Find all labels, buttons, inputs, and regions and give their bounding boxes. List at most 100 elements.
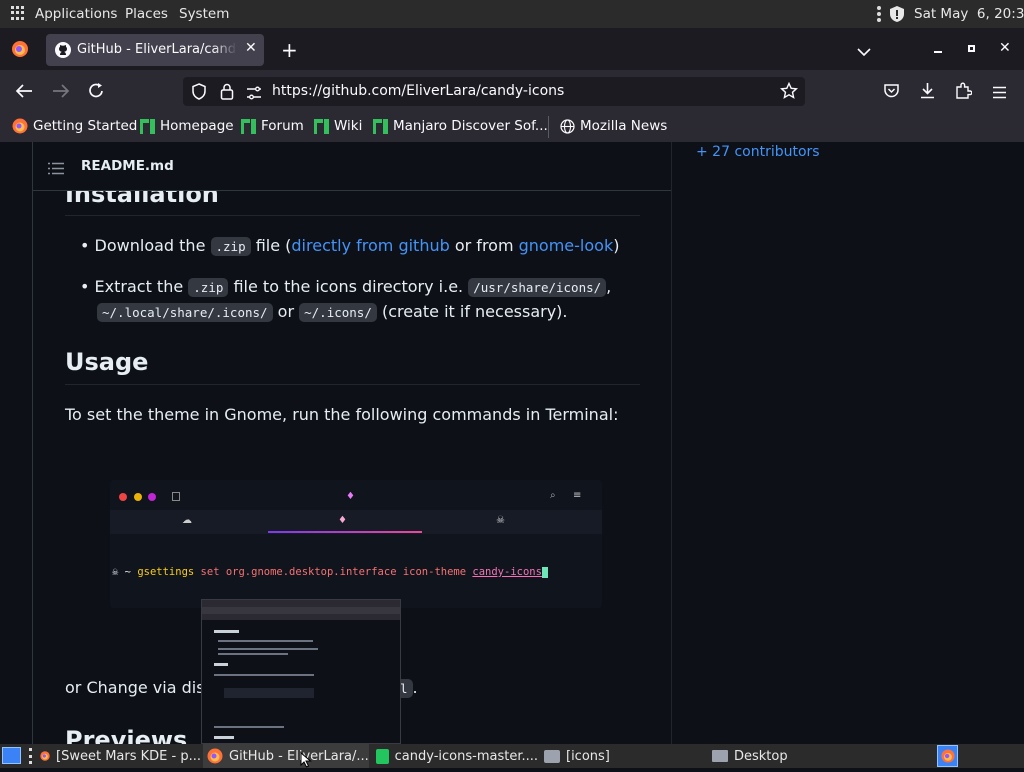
heading-usage: Usage <box>65 348 149 376</box>
terminal-menu-icon: ≡ <box>573 490 582 501</box>
purple-dot-icon <box>148 493 156 501</box>
firefox-icon <box>12 118 28 134</box>
manjaro-icon <box>373 118 388 134</box>
inline-code: ~/.icons/ <box>299 303 377 322</box>
lock-icon[interactable] <box>220 83 234 104</box>
taskbar-handle-icon[interactable] <box>29 748 32 764</box>
window-thumbnail-preview <box>201 599 401 744</box>
thumbnail-line <box>214 674 314 676</box>
tracking-protection-icon[interactable] <box>191 83 207 104</box>
show-desktop-icon[interactable] <box>2 747 21 764</box>
inline-code: .zip <box>210 237 251 256</box>
task-sweet-mars[interactable]: [Sweet Mars KDE - p... <box>36 744 201 768</box>
clock[interactable]: Sat May 6, 20:37 <box>914 6 1024 22</box>
thumbnail-line <box>214 663 228 666</box>
workspace-2[interactable] <box>960 745 1022 767</box>
terminal-cmd: gsettings <box>137 566 195 578</box>
bookmark-homepage[interactable]: Homepage <box>140 118 234 134</box>
url-text[interactable]: https://github.com/EliverLara/candy-icon… <box>272 83 564 99</box>
reload-icon[interactable] <box>88 82 105 103</box>
thumbnail-bookmarks <box>202 614 400 620</box>
manjaro-icon <box>314 118 329 134</box>
app-menu-icon[interactable] <box>992 84 1007 103</box>
tab-github[interactable]: GitHub - EliverLara/candy-i ✕ <box>46 34 264 66</box>
terminal-command-line: ☠ ~ gsettings set org.gnome.desktop.inte… <box>112 566 548 578</box>
new-tab-icon[interactable]: + <box>281 38 298 62</box>
bookmark-star-icon[interactable] <box>779 81 799 104</box>
list-tabs-icon[interactable] <box>857 42 871 61</box>
workspace-switcher[interactable] <box>937 745 958 767</box>
bullet-text: file ( <box>250 236 292 255</box>
menu-places[interactable]: Places <box>125 6 168 22</box>
page-content: + 27 contributors Installation • Downloa… <box>0 142 1024 744</box>
terminal-tab-icon: ♦ <box>338 515 347 526</box>
heading-previews: Previews <box>65 726 188 744</box>
bookmark-label: Homepage <box>160 118 234 134</box>
heading-rule <box>65 215 640 216</box>
bookmark-mozilla-news[interactable]: Mozilla News <box>560 118 667 134</box>
bullet-text: , <box>606 277 612 296</box>
bookmark-wiki[interactable]: Wiki <box>314 118 362 134</box>
tab-close-icon[interactable]: ✕ <box>245 40 257 56</box>
terminal-tab-icon: ☠ <box>496 515 505 526</box>
extensions-icon[interactable] <box>955 82 973 103</box>
terminal-search-icon: ⌕ <box>550 490 556 501</box>
back-icon[interactable] <box>15 83 33 103</box>
skull-icon: ☠ <box>112 566 119 578</box>
contributors-link[interactable]: + 27 contributors <box>696 144 820 160</box>
firefox-view-icon[interactable] <box>11 40 29 62</box>
desktop-icon <box>712 750 728 762</box>
terminal-title-icon: ♦ <box>346 491 355 502</box>
thumbnail-line <box>214 736 234 739</box>
task-label: candy-icons-master.... <box>394 748 538 764</box>
menu-system[interactable]: System <box>179 6 229 22</box>
task-icons-folder[interactable]: [icons] <box>540 744 706 768</box>
task-label: Desktop <box>734 748 788 764</box>
downloads-icon[interactable] <box>919 82 936 103</box>
taskbar: [Sweet Mars KDE - p... GitHub - EliverLa… <box>0 744 1024 768</box>
thumbnail-navbar <box>202 607 400 614</box>
outline-list-icon[interactable] <box>48 160 64 179</box>
forward-icon[interactable] <box>52 83 70 103</box>
security-alert-icon[interactable] <box>889 5 905 27</box>
pocket-icon[interactable] <box>883 83 900 103</box>
bookmark-manjaro-discover[interactable]: Manjaro Discover Sof... <box>373 118 548 134</box>
thumbnail-titlebar <box>202 600 400 607</box>
heading-rule <box>65 384 640 385</box>
github-favicon-icon <box>55 42 71 62</box>
close-window-icon[interactable]: ✕ <box>999 40 1011 56</box>
manjaro-icon <box>140 118 155 134</box>
bookmarks-toolbar: Getting Started Homepage Forum Wiki Manj… <box>0 112 1024 142</box>
bullet-dot: • <box>80 277 90 296</box>
change-text: or Change via dist <box>65 678 211 697</box>
task-desktop[interactable]: Desktop <box>708 744 874 768</box>
thumbnail-line <box>218 640 313 642</box>
apps-grid-icon[interactable] <box>11 6 25 20</box>
task-candy-icons-master[interactable]: candy-icons-master.... <box>372 744 538 768</box>
bookmark-getting-started[interactable]: Getting Started <box>12 118 137 134</box>
tab-title: GitHub - EliverLara/candy-i <box>77 42 237 57</box>
minimize-icon[interactable] <box>934 51 942 53</box>
task-label: [Sweet Mars KDE - p... <box>56 748 201 764</box>
inline-code: .zip <box>188 278 229 297</box>
thumbnail-line <box>224 688 314 698</box>
bullet-text: or <box>272 302 300 321</box>
url-bar[interactable]: https://github.com/EliverLara/candy-icon… <box>183 77 805 106</box>
terminal-screenshot: ♦ ⌕ ≡ ☁ ♦ ☠ ☠ ~ gsettings set org.gnome.… <box>110 480 602 608</box>
bookmark-forum[interactable]: Forum <box>241 118 304 134</box>
terminal-prompt: ~ <box>124 566 131 578</box>
site-permissions-icon[interactable] <box>246 85 262 104</box>
link-gnome-look[interactable]: gnome-look <box>519 236 614 255</box>
task-github[interactable]: GitHub - EliverLara/... <box>203 744 369 768</box>
readme-header: README.md <box>33 142 671 191</box>
task-label: [icons] <box>566 748 610 764</box>
panel-menu-dots-icon[interactable] <box>877 6 881 22</box>
thumbnail-line <box>214 630 239 633</box>
terminal-value: candy-icons <box>472 566 542 578</box>
bullet-text: file to the icons directory i.e. <box>228 277 469 296</box>
link-directly-from-github[interactable]: directly from github <box>291 236 449 255</box>
menu-applications[interactable]: Applications <box>35 6 117 22</box>
maximize-icon[interactable] <box>968 45 975 52</box>
terminal-args: set org.gnome.desktop.interface icon-the… <box>200 566 467 578</box>
archive-icon <box>376 748 389 764</box>
